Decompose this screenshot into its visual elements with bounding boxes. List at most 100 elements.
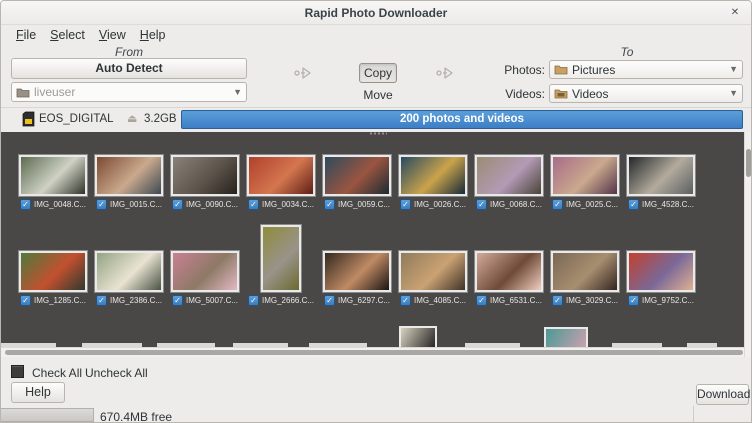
vertical-scrollbar-thumb[interactable] (746, 149, 751, 177)
photo-checkbox[interactable]: ✓ (552, 295, 563, 306)
photo-filename: IMG_1285.C... (34, 296, 86, 305)
photo-filename: IMG_6531.C... (490, 296, 542, 305)
photo-item[interactable]: ✓IMG_0090.C... (167, 154, 243, 211)
photo-thumbnail[interactable] (19, 155, 87, 196)
photo-checkbox[interactable]: ✓ (324, 199, 335, 210)
videos-destination-value: Videos (572, 87, 608, 101)
photo-checkbox[interactable]: ✓ (400, 295, 411, 306)
photo-thumbnail[interactable] (399, 155, 467, 196)
videos-label: Videos: (499, 87, 545, 101)
photo-thumbnail[interactable] (323, 155, 391, 196)
photo-thumbnail[interactable] (95, 251, 163, 292)
photo-item[interactable]: ✓IMG_6297.C... (319, 224, 395, 307)
photo-thumbnail[interactable] (399, 251, 467, 292)
photo-checkbox[interactable]: ✓ (628, 295, 639, 306)
photo-thumbnail[interactable] (19, 251, 87, 292)
photo-item[interactable]: ✓IMG_0025.C... (547, 154, 623, 211)
photo-item[interactable]: ✓IMG_4085.C... (395, 224, 471, 307)
pane-resize-handle[interactable] (369, 132, 387, 135)
photo-item[interactable]: ✓IMG_0034.C... (243, 154, 319, 211)
photo-item[interactable]: ✓IMG_0026.C... (395, 154, 471, 211)
photo-checkbox[interactable]: ✓ (172, 295, 183, 306)
photo-checkbox[interactable]: ✓ (20, 199, 31, 210)
photo-item[interactable]: ✓IMG_5007.C... (167, 224, 243, 307)
copy-button[interactable]: Copy (359, 63, 397, 83)
photo-item[interactable]: ✓IMG_4528.C... (623, 154, 699, 211)
photo-thumbnail[interactable] (323, 251, 391, 292)
horizontal-scrollbar[interactable] (1, 347, 744, 357)
horizontal-scrollbar-thumb[interactable] (5, 350, 743, 355)
photo-thumbnail[interactable] (171, 155, 239, 196)
menu-item-view[interactable]: View (92, 26, 133, 44)
photo-item[interactable]: ✓IMG_1285.C... (15, 224, 91, 307)
photo-checkbox[interactable]: ✓ (476, 199, 487, 210)
photo-item[interactable]: ✓IMG_6531.C... (471, 224, 547, 307)
source-device-combobox[interactable]: liveuser ▼ (11, 82, 247, 102)
photo-thumbnail[interactable] (627, 251, 695, 292)
photo-item[interactable]: ✓IMG_2386.C... (91, 224, 167, 307)
photo-item[interactable]: ✓IMG_2666.C... (243, 224, 319, 307)
photo-thumbnail[interactable] (475, 155, 543, 196)
help-button[interactable]: Help (11, 382, 65, 403)
videos-destination-combobox[interactable]: Videos ▼ (549, 84, 743, 103)
folder-icon (16, 87, 30, 98)
move-label[interactable]: Move (359, 88, 397, 102)
photos-label: Photos: (499, 63, 545, 77)
photo-thumbnail[interactable] (627, 155, 695, 196)
auto-detect-button[interactable]: Auto Detect (11, 58, 247, 79)
photo-item[interactable]: ✓IMG_0015.C... (91, 154, 167, 211)
photo-thumbnail[interactable] (475, 251, 543, 292)
download-button[interactable]: Download (696, 384, 749, 405)
photo-checkbox[interactable]: ✓ (248, 199, 259, 210)
photo-thumbnail[interactable] (551, 155, 619, 196)
photo-item[interactable]: ✓IMG_0059.C... (319, 154, 395, 211)
close-icon[interactable]: ✕ (727, 5, 743, 21)
menu-item-select[interactable]: Select (43, 26, 92, 44)
free-space-bar (1, 408, 94, 422)
photo-checkbox[interactable]: ✓ (20, 295, 31, 306)
vertical-scrollbar[interactable] (744, 132, 752, 357)
flow-arrow-icon (293, 64, 317, 82)
photo-filename: IMG_0048.C... (34, 200, 86, 209)
partial-thumbnail-row (1, 323, 744, 347)
photo-checkbox[interactable]: ✓ (628, 199, 639, 210)
menu-item-help[interactable]: Help (133, 26, 173, 44)
photo-thumbnail[interactable] (551, 251, 619, 292)
photo-checkbox[interactable]: ✓ (400, 199, 411, 210)
photo-checkbox[interactable]: ✓ (248, 295, 259, 306)
photo-checkbox[interactable]: ✓ (96, 295, 107, 306)
check-all-label[interactable]: Check All (32, 366, 82, 380)
photo-item[interactable]: ✓IMG_0068.C... (471, 154, 547, 211)
photo-item[interactable]: ✓IMG_0048.C... (15, 154, 91, 211)
flow-arrow-icon (435, 64, 459, 82)
photo-thumbnail[interactable] (247, 155, 315, 196)
footer-divider (693, 406, 694, 423)
photo-filename: IMG_6297.C... (338, 296, 390, 305)
photo-thumbnail[interactable] (261, 225, 301, 292)
photo-thumbnail[interactable] (171, 251, 239, 292)
menu-item-file[interactable]: File (9, 26, 43, 44)
photo-item[interactable]: ✓IMG_9752.C... (623, 224, 699, 307)
photo-checkbox[interactable]: ✓ (172, 199, 183, 210)
device-row[interactable]: EOS_DIGITAL ⏏ 3.2GB 200 photos and video… (1, 107, 751, 132)
photo-filename: IMG_9752.C... (642, 296, 694, 305)
device-name: EOS_DIGITAL (39, 113, 114, 125)
uncheck-all-label[interactable]: Uncheck All (85, 366, 148, 380)
photo-checkbox[interactable]: ✓ (324, 295, 335, 306)
photo-checkbox[interactable]: ✓ (476, 295, 487, 306)
video-folder-icon (554, 88, 568, 99)
photo-filename: IMG_4085.C... (414, 296, 466, 305)
photo-filename: IMG_0034.C... (262, 200, 314, 209)
check-all-checkbox[interactable] (11, 365, 24, 378)
photo-filename: IMG_0026.C... (414, 200, 466, 209)
photos-destination-combobox[interactable]: Pictures ▼ (549, 60, 743, 79)
thumbnail-row: ✓IMG_1285.C...✓IMG_2386.C...✓IMG_5007.C.… (15, 224, 744, 307)
photo-checkbox[interactable]: ✓ (96, 199, 107, 210)
photo-checkbox[interactable]: ✓ (552, 199, 563, 210)
photo-filename: IMG_0090.C... (186, 200, 238, 209)
eject-icon[interactable]: ⏏ (127, 112, 137, 125)
photo-thumbnail[interactable] (95, 155, 163, 196)
photo-item[interactable]: ✓IMG_3029.C... (547, 224, 623, 307)
from-section-label: From (11, 45, 247, 59)
thumbnail-grid[interactable]: ✓IMG_0048.C...✓IMG_0015.C...✓IMG_0090.C.… (1, 132, 744, 347)
